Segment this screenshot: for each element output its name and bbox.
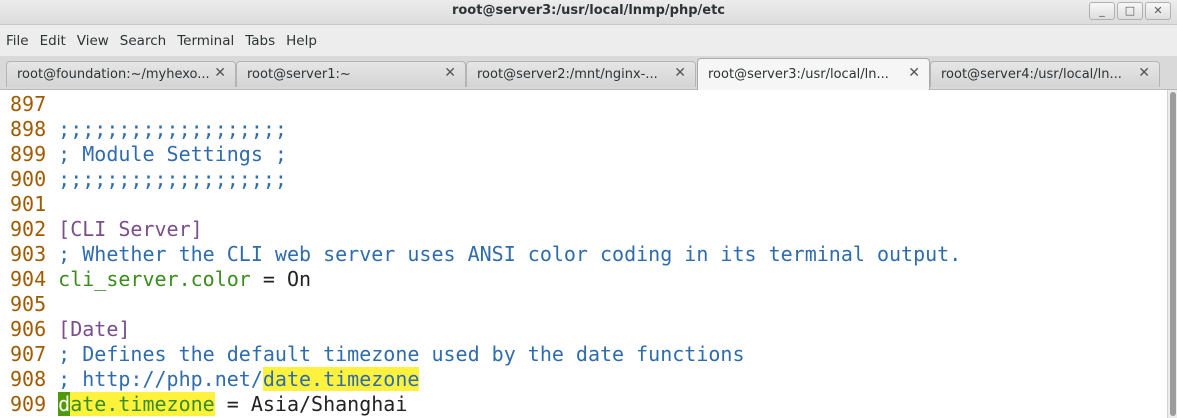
menu-help[interactable]: Help bbox=[280, 33, 323, 49]
line-text: = Asia/Shanghai bbox=[214, 392, 408, 416]
minimize-button[interactable]: _ bbox=[1089, 2, 1115, 20]
tab-server4[interactable]: root@server4:/usr/local/ln... ✕ bbox=[930, 61, 1160, 87]
menu-view[interactable]: View bbox=[71, 33, 115, 49]
terminal-line: 906 [Date] bbox=[10, 317, 130, 342]
terminal-line: 898 ;;;;;;;;;;;;;;;;;;; bbox=[10, 117, 287, 142]
terminal-scrollbar[interactable] bbox=[1167, 90, 1177, 418]
close-button[interactable]: ✕ bbox=[1145, 2, 1171, 20]
terminal-line: 900 ;;;;;;;;;;;;;;;;;;; bbox=[10, 167, 287, 192]
tab-label: root@server3:/usr/local/ln... bbox=[708, 67, 889, 82]
line-number: 909 bbox=[10, 392, 47, 416]
terminal-line: 899 ; Module Settings ; bbox=[10, 142, 287, 167]
line-number: 901 bbox=[10, 192, 47, 216]
terminal-line: 909 date.timezone = Asia/Shanghai bbox=[10, 392, 407, 417]
window-controls: _ □ ✕ bbox=[1089, 2, 1171, 20]
line-text: ate.timezone bbox=[70, 392, 215, 416]
terminal-line: 903 ; Whether the CLI web server uses AN… bbox=[10, 242, 961, 267]
line-text: ; Module Settings ; bbox=[58, 142, 287, 166]
terminal-line: 904 cli_server.color = On bbox=[10, 267, 311, 292]
line-number: 902 bbox=[10, 217, 47, 241]
tab-bar: root@foundation:~/myhexo... ✕ root@serve… bbox=[0, 56, 1177, 90]
line-text: [CLI Server] bbox=[58, 217, 203, 241]
menu-tabs[interactable]: Tabs bbox=[239, 33, 281, 49]
line-number: 899 bbox=[10, 142, 47, 166]
tab-label: root@server2:/mnt/nginx-... bbox=[477, 67, 658, 82]
line-text: = On bbox=[250, 267, 312, 291]
line-text: ; Defines the default timezone used by t… bbox=[58, 342, 745, 366]
tab-close-icon[interactable]: ✕ bbox=[908, 65, 920, 81]
terminal-line: 908 ; http://php.net/date.timezone bbox=[10, 367, 420, 392]
line-number: 906 bbox=[10, 317, 47, 341]
line-text: ;;;;;;;;;;;;;;;;;;; bbox=[58, 167, 287, 191]
line-text: ; Whether the CLI web server uses ANSI c… bbox=[58, 242, 962, 266]
tab-close-icon[interactable]: ✕ bbox=[674, 65, 686, 81]
line-number: 907 bbox=[10, 342, 47, 366]
line-text: [Date] bbox=[58, 317, 131, 341]
terminal-line: 897 bbox=[10, 92, 58, 117]
menu-bar: File Edit View Search Terminal Tabs Help bbox=[0, 25, 1177, 56]
text-cursor: d bbox=[58, 392, 71, 416]
line-text: ; http://php.net/ bbox=[58, 367, 263, 391]
line-text: ;;;;;;;;;;;;;;;;;;; bbox=[58, 117, 287, 141]
tab-close-icon[interactable]: ✕ bbox=[214, 65, 226, 81]
window-title: root@server3:/usr/local/lnmp/php/etc bbox=[451, 3, 726, 18]
line-number: 900 bbox=[10, 167, 47, 191]
tab-close-icon[interactable]: ✕ bbox=[1138, 65, 1150, 81]
line-number: 903 bbox=[10, 242, 47, 266]
menu-terminal[interactable]: Terminal bbox=[171, 33, 240, 49]
menu-file[interactable]: File bbox=[0, 33, 35, 49]
maximize-button[interactable]: □ bbox=[1117, 2, 1143, 20]
line-number: 908 bbox=[10, 367, 47, 391]
tab-label: root@foundation:~/myhexo... bbox=[17, 67, 210, 82]
terminal-line: 907 ; Defines the default timezone used … bbox=[10, 342, 745, 367]
line-text: date.timezone bbox=[262, 367, 420, 391]
scrollbar-thumb[interactable] bbox=[1170, 92, 1176, 416]
line-text: cli_server.color bbox=[58, 267, 251, 291]
menu-edit[interactable]: Edit bbox=[34, 33, 72, 49]
tab-label: root@server1:~ bbox=[247, 67, 351, 82]
terminal-line: 905 bbox=[10, 292, 58, 317]
terminal-line: 902 [CLI Server] bbox=[10, 217, 203, 242]
tab-server2[interactable]: root@server2:/mnt/nginx-... ✕ bbox=[466, 61, 696, 87]
tab-server3[interactable]: root@server3:/usr/local/ln... ✕ bbox=[697, 58, 930, 90]
tab-close-icon[interactable]: ✕ bbox=[444, 65, 456, 81]
line-number: 897 bbox=[10, 92, 47, 116]
line-number: 904 bbox=[10, 267, 47, 291]
terminal-view[interactable]: 897 898 ;;;;;;;;;;;;;;;;;;; 899 ; Module … bbox=[0, 90, 1167, 418]
line-number: 905 bbox=[10, 292, 47, 316]
tab-foundation[interactable]: root@foundation:~/myhexo... ✕ bbox=[6, 61, 236, 87]
tab-label: root@server4:/usr/local/ln... bbox=[941, 67, 1122, 82]
terminal-line: 901 bbox=[10, 192, 58, 217]
window-titlebar: root@server3:/usr/local/lnmp/php/etc _ □… bbox=[0, 0, 1177, 25]
menu-search[interactable]: Search bbox=[114, 33, 172, 49]
line-number: 898 bbox=[10, 117, 47, 141]
tab-server1[interactable]: root@server1:~ ✕ bbox=[236, 61, 466, 87]
